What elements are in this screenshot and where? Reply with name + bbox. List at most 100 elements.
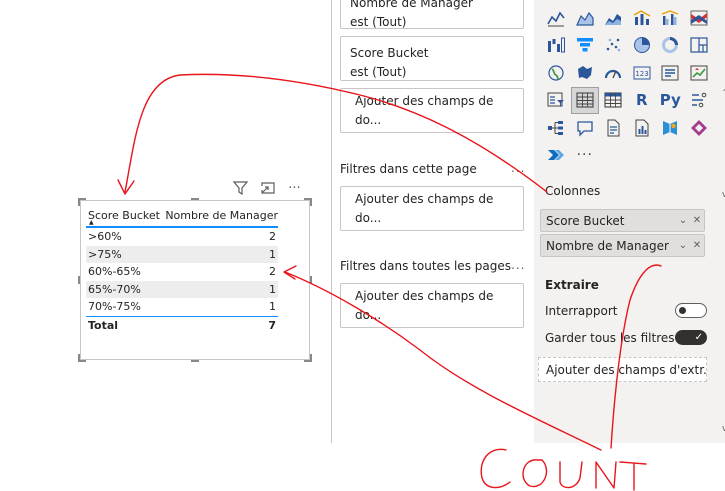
power-automate-visual-icon[interactable] [542,142,571,170]
treemap-icon[interactable] [685,32,714,60]
visual-type-gallery: 123 R Py ··· [542,4,713,169]
sort-ascending-icon: ▲ [89,219,94,226]
map-icon[interactable] [542,59,571,87]
filter-card-title: Score Bucket [350,46,429,60]
add-fields-label: Ajouter des champs de do... [355,93,494,127]
line-chart-icon[interactable] [542,4,571,32]
total-label: Total [88,318,119,332]
table-row: >60% 2 [86,228,278,246]
close-icon[interactable]: ✕ [690,215,704,226]
keep-all-filters-label: Garder tous les filtres [545,330,675,345]
cell-score-bucket: >60% [88,230,122,244]
slicer-icon[interactable] [542,87,571,115]
annotation-count-o [522,459,548,488]
filter-card-nombre-de-manager[interactable]: Nombre de Manager est (Tout) [340,0,524,29]
filter-card-value: est (Tout) [350,15,407,29]
table-visual-icon[interactable] [570,86,599,114]
chevron-down-icon[interactable]: ⌄ [676,240,690,251]
donut-chart-icon[interactable] [656,32,685,60]
column-field-score-bucket[interactable]: Score Bucket ⌄ ✕ [540,209,705,232]
data-table: Score Bucket Nombre de Manager ▲ >60% 2 … [86,204,278,334]
cross-report-toggle[interactable] [675,303,707,318]
all-pages-filters-heading: Filtres dans toutes les pages [340,259,511,273]
cross-report-label: Interrapport [545,303,618,318]
filled-map-icon[interactable] [571,59,600,87]
python-visual-icon[interactable]: Py [656,87,685,115]
resize-handle-top-left[interactable] [78,198,86,206]
field-name: Score Bucket [546,213,625,228]
chevron-down-icon[interactable]: ⌄ [676,215,690,226]
multi-row-card-icon[interactable] [656,59,685,87]
r-script-visual-icon[interactable]: R [628,87,657,115]
filter-card-value: est (Tout) [350,65,407,79]
line-and-clustered-column-chart-icon[interactable] [656,4,685,32]
pane-divider [331,0,332,443]
smart-narrative-icon[interactable] [599,114,628,142]
annotation-count-text: COUNT [0,0,1,1]
resize-handle-bottom[interactable] [191,354,199,362]
add-report-filter-field-well[interactable]: Ajouter des champs de do... [340,283,524,328]
area-chart-icon[interactable] [571,4,600,32]
field-name: Nombre de Manager [546,238,669,253]
add-visual-filter-field-well[interactable]: Ajouter des champs de do... [340,88,524,133]
total-value: 7 [268,318,276,332]
key-influencers-icon[interactable] [685,87,714,115]
paginated-report-icon[interactable] [628,114,657,142]
stacked-area-chart-icon[interactable] [599,4,628,32]
filter-card-score-bucket[interactable]: Score Bucket est (Tout) [340,36,524,81]
annotation-arrowhead-header [117,179,135,195]
column-header-score-bucket[interactable]: Score Bucket [86,209,161,222]
cell-count: 2 [269,265,276,279]
drillthrough-placeholder: Ajouter des champs d'extr... [546,362,707,377]
resize-handle-bottom-left[interactable] [78,354,86,362]
annotation-count-t [619,461,647,491]
cell-count: 1 [269,300,276,314]
close-icon[interactable]: ✕ [690,240,704,251]
column-field-nombre-de-manager[interactable]: Nombre de Manager ⌄ ✕ [540,234,705,257]
add-fields-label: Ajouter des champs de do... [355,288,494,322]
add-page-filter-field-well[interactable]: Ajouter des champs de do... [340,186,524,231]
table-row: >75% 1 [86,245,278,263]
more-visuals-icon[interactable]: ··· [571,142,600,170]
scatter-chart-icon[interactable] [599,32,628,60]
pie-chart-icon[interactable] [628,32,657,60]
decomposition-tree-icon[interactable] [542,114,571,142]
power-apps-visual-icon[interactable] [685,114,714,142]
cross-report-row: Interrapport [545,303,707,318]
column-header-nombre-de-manager[interactable]: Nombre de Manager [161,209,278,222]
cell-score-bucket: 70%-75% [88,300,141,314]
resize-handle-left[interactable] [78,276,86,284]
resize-handle-right[interactable] [304,276,312,284]
drillthrough-section-heading: Extraire [545,278,599,292]
filter-icon[interactable] [232,180,249,196]
card-icon[interactable]: 123 [628,59,657,87]
table-header: Score Bucket Nombre de Manager ▲ [86,204,278,228]
svg-text:123: 123 [635,70,648,78]
annotation-count-n [595,461,617,489]
page-filters-heading: Filtres dans cette page [340,162,477,176]
arcgis-map-icon[interactable] [656,114,685,142]
page-filters-more-icon[interactable]: ... [511,161,525,175]
qa-visual-icon[interactable] [571,114,600,142]
drillthrough-field-well[interactable]: Ajouter des champs d'extr... [538,357,707,382]
line-and-column-chart-icon[interactable] [628,4,657,32]
table-row: 65%-70% 1 [86,280,278,298]
focus-mode-icon[interactable] [259,180,276,196]
cell-score-bucket: 65%-70% [88,282,141,296]
cell-count: 2 [269,230,276,244]
keep-all-filters-toggle[interactable] [675,330,707,345]
ribbon-chart-icon[interactable] [685,4,714,32]
matrix-icon[interactable] [599,87,628,115]
columns-section-heading: Colonnes [545,184,601,198]
kpi-icon[interactable] [685,59,714,87]
more-options-icon[interactable]: ··· [286,180,303,196]
resize-handle-bottom-right[interactable] [304,354,312,362]
funnel-chart-icon[interactable] [571,32,600,60]
waterfall-chart-icon[interactable] [542,32,571,60]
table-visual[interactable]: ··· Score Bucket Nombre de Manager ▲ >60… [78,181,312,362]
gauge-icon[interactable] [599,59,628,87]
resize-handle-top-right[interactable] [304,198,312,206]
visual-header-toolbar: ··· [232,180,310,196]
all-pages-filters-more-icon[interactable]: ... [511,258,525,272]
cell-count: 1 [269,282,276,296]
